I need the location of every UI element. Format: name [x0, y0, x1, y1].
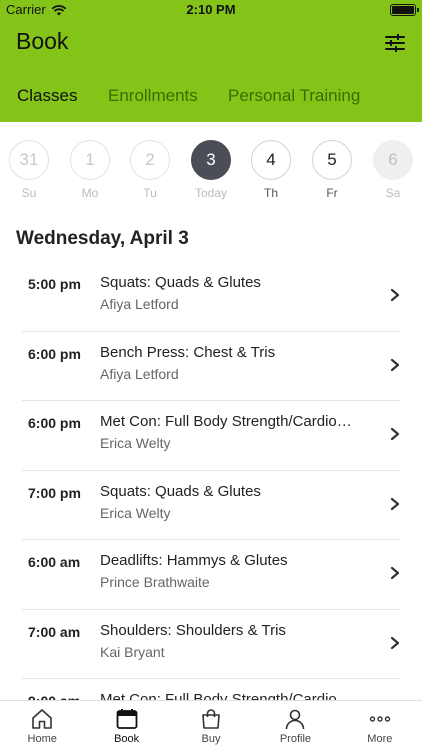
date-number: 5: [312, 140, 352, 180]
bottom-tab-bar: Home Book Buy Profile More: [0, 700, 422, 750]
date-day-label: Sa: [385, 186, 401, 200]
page-title: Book: [16, 28, 69, 54]
chevron-right-icon: [390, 288, 400, 302]
class-time: 6:00 pm: [28, 415, 81, 431]
class-time: 5:00 pm: [28, 276, 81, 292]
battery-icon: [390, 4, 419, 16]
tabbar-item-buy[interactable]: Buy: [169, 701, 253, 750]
date-day-label: Fr: [326, 186, 338, 200]
class-row[interactable]: 6:00 am Deadlifts: Hammys & Glutes Princ…: [22, 540, 400, 610]
tabbar-label: Home: [27, 733, 57, 745]
class-row[interactable]: 6:00 pm Met Con: Full Body Strength/Card…: [22, 401, 400, 471]
date-item-thu[interactable]: 4 Th: [249, 140, 293, 200]
date-number: 6: [373, 140, 413, 180]
date-day-label: Mo: [81, 186, 99, 200]
class-instructor: Erica Welty: [100, 435, 171, 451]
chevron-right-icon: [390, 566, 400, 580]
chevron-right-icon: [390, 636, 400, 649]
tabbar-item-more[interactable]: More: [338, 701, 422, 750]
date-number: 1: [70, 140, 110, 180]
shopping-bag-icon: [202, 709, 220, 729]
class-name: Shoulders: Shoulders & Tris: [100, 621, 286, 639]
date-number: 2: [130, 140, 170, 180]
class-name: Squats: Quads & Glutes: [100, 482, 261, 500]
chevron-right-icon: [390, 497, 400, 510]
date-number: 3: [191, 140, 231, 180]
date-day-label: Su: [21, 186, 37, 200]
tab-classes[interactable]: Classes: [17, 86, 77, 106]
date-item-sun[interactable]: 31 Su: [7, 140, 51, 200]
date-number: 31: [9, 140, 49, 180]
tabbar-item-book[interactable]: Book: [84, 701, 168, 750]
tabbar-item-home[interactable]: Home: [0, 701, 84, 750]
date-day-label: Th: [263, 186, 278, 200]
chevron-right-icon: [390, 358, 400, 371]
home-icon: [32, 709, 53, 729]
class-row[interactable]: 5:00 pm Squats: Quads & Glutes Afiya Let…: [22, 262, 400, 332]
class-name: Deadlifts: Hammys & Glutes: [100, 552, 288, 569]
class-instructor: Afiya Letford: [100, 296, 179, 312]
calendar-icon: [116, 709, 138, 729]
class-time: 7:00 pm: [28, 484, 81, 501]
class-row[interactable]: 6:00 pm Bench Press: Chest & Tris Afiya …: [22, 332, 400, 401]
tabbar-item-profile[interactable]: Profile: [253, 701, 337, 750]
week-date-strip: 31 Su 1 Mo 2 Tu 3 Today 4 Th 5 Fr 6 Sa: [0, 140, 422, 210]
sliders-icon[interactable]: [384, 32, 406, 54]
date-day-label: Today: [194, 186, 228, 200]
class-list: 5:00 pm Squats: Quads & Glutes Afiya Let…: [0, 262, 422, 749]
class-time: 6:00 am: [28, 554, 81, 570]
class-instructor: Afiya Letford: [100, 365, 179, 382]
date-item-tue[interactable]: 2 Tu: [128, 140, 172, 200]
chevron-right-icon: [390, 427, 400, 441]
class-instructor: Kai Bryant: [100, 643, 165, 660]
class-instructor: Prince Brathwaite: [100, 574, 210, 590]
date-item-today[interactable]: 3 Today: [189, 140, 233, 200]
selected-date-heading: Wednesday, April 3: [16, 228, 189, 249]
tabbar-label: Profile: [279, 733, 312, 745]
class-time: 6:00 pm: [28, 345, 81, 362]
profile-icon: [286, 709, 305, 730]
class-instructor: Erica Welty: [100, 504, 171, 521]
app-header: Carrier 2:10 PM Book Classes Enrollments…: [0, 0, 422, 122]
date-number: 4: [251, 140, 291, 180]
tabbar-label: Buy: [201, 733, 221, 745]
more-icon: [369, 716, 391, 722]
tabbar-label: More: [367, 733, 393, 745]
status-time: 2:10 PM: [186, 2, 236, 17]
class-row[interactable]: 7:00 am Shoulders: Shoulders & Tris Kai …: [22, 610, 400, 679]
date-day-label: Tu: [143, 186, 157, 200]
segment-tabs: Classes Enrollments Personal Training: [0, 82, 422, 112]
tabbar-label: Book: [114, 733, 140, 745]
date-item-mon[interactable]: 1 Mo: [68, 140, 112, 200]
date-item-fri[interactable]: 5 Fr: [310, 140, 354, 200]
status-bar: Carrier 2:10 PM: [0, 0, 422, 20]
class-name: Met Con: Full Body Strength/Cardio…: [100, 413, 352, 430]
tab-personal-training[interactable]: Personal Training: [228, 86, 360, 106]
class-name: Squats: Quads & Glutes: [100, 274, 261, 291]
tab-enrollments[interactable]: Enrollments: [108, 86, 198, 106]
class-time: 7:00 am: [28, 623, 81, 640]
class-name: Bench Press: Chest & Tris: [100, 343, 276, 361]
class-row[interactable]: 7:00 pm Squats: Quads & Glutes Erica Wel…: [22, 471, 400, 540]
date-item-sat[interactable]: 6 Sa: [371, 140, 415, 200]
